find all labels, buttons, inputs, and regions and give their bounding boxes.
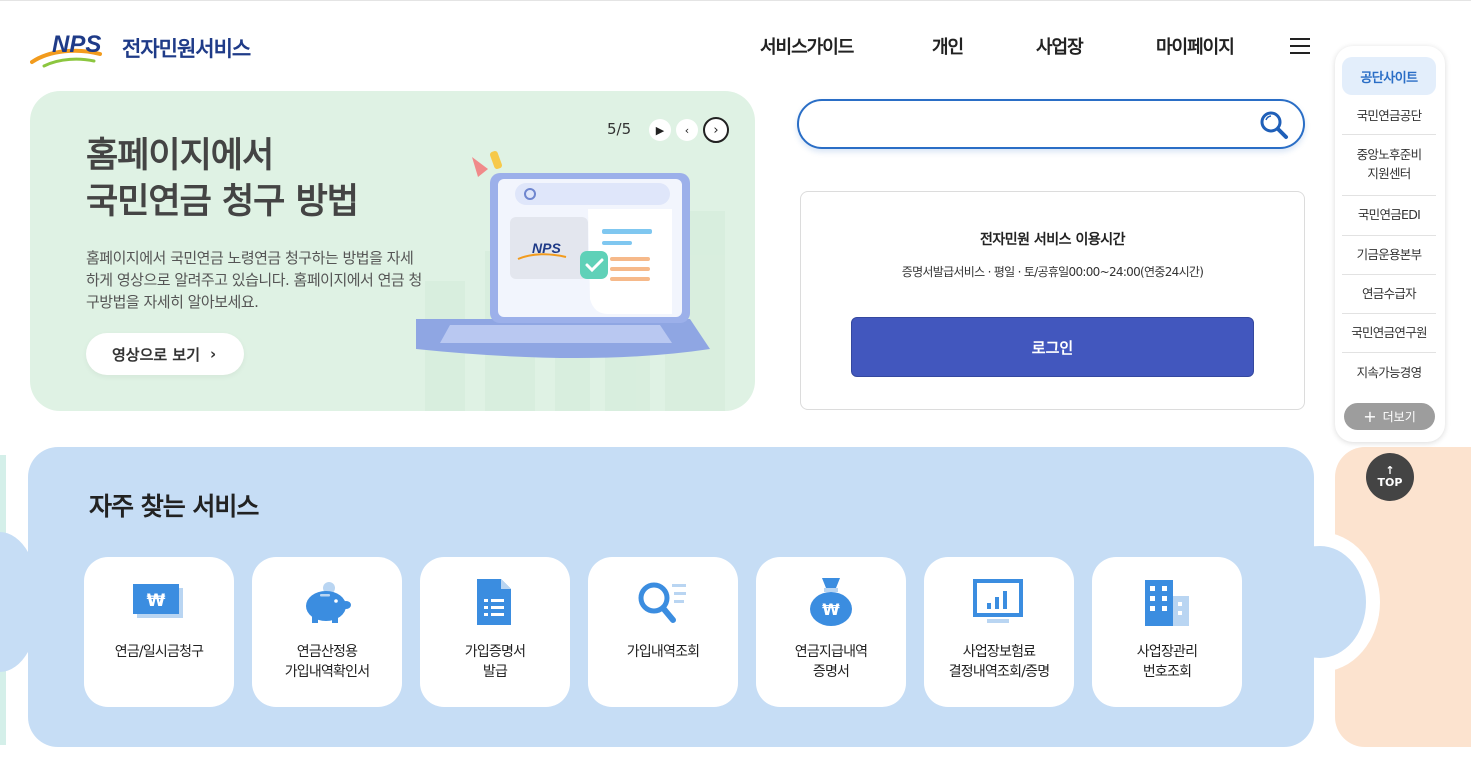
- nav-workplace[interactable]: 사업장: [1036, 33, 1156, 59]
- service-card-premium-decision[interactable]: 사업장보험료 결정내역조회/증명: [924, 557, 1074, 707]
- money-bag-icon: ₩: [801, 577, 861, 627]
- search-bar: [797, 99, 1305, 149]
- quick-menu: 공단사이트 국민연금공단 중앙노후준비 지원센터 국민연금EDI 기금운용본부 …: [1335, 46, 1445, 442]
- quick-link-pensioners[interactable]: 연금수급자: [1342, 275, 1436, 314]
- monitor-chart-icon: [969, 577, 1029, 627]
- laptop-illustration: NPS: [416, 151, 710, 358]
- search-input[interactable]: [823, 111, 1243, 137]
- prev-slide-icon[interactable]: ‹: [676, 119, 698, 141]
- nav-individual[interactable]: 개인: [932, 33, 1036, 59]
- promo-banner: 홈페이지에서 국민연금 청구 방법 홈페이지에서 국민연금 노령연금 청구하는 …: [30, 91, 755, 411]
- quick-link-research[interactable]: 국민연금연구원: [1342, 314, 1436, 353]
- quick-more-button[interactable]: + 더보기: [1344, 403, 1435, 430]
- service-card-label: 연금산정용 가입내역확인서: [284, 644, 370, 680]
- quick-link-fund-management[interactable]: 기금운용본부: [1342, 236, 1436, 275]
- quick-link-retirement-center[interactable]: 중앙노후준비 지원센터: [1342, 135, 1436, 196]
- svg-text:₩: ₩: [147, 591, 166, 611]
- service-card-enrollment-history[interactable]: 가입내역조회: [588, 557, 738, 707]
- building-icon: [1137, 577, 1197, 627]
- service-card-workplace-number[interactable]: 사업장관리 번호조회: [1092, 557, 1242, 707]
- service-card-label: 연금/일시금청구: [114, 644, 204, 660]
- scroll-top-button[interactable]: ↑ TOP: [1366, 453, 1414, 501]
- service-card-label: 연금지급내역 증명서: [794, 644, 868, 680]
- service-card-label: 가입증명서 발급: [464, 644, 526, 680]
- document-icon: [465, 577, 525, 627]
- banner-title-line1: 홈페이지에서: [86, 136, 274, 176]
- service-hours-title: 전자민원 서비스 이용시간: [980, 232, 1125, 248]
- plus-icon: +: [1363, 406, 1377, 426]
- page: NPS 전자민원서비스 서비스가이드 개인 사업장 마이페이지 홈페이지에서 국…: [0, 0, 1471, 783]
- svg-text:₩: ₩: [822, 600, 840, 619]
- login-button[interactable]: 로그인: [851, 317, 1254, 377]
- frequent-services-section: 자주 찾는 서비스 ₩ 연금/일시금청구 연금산정용 가입내역확인서 가입증명서…: [28, 447, 1314, 747]
- slide-pager: 5/5: [607, 120, 632, 138]
- site-logo[interactable]: NPS 전자민원서비스: [30, 28, 251, 68]
- banner-title-line2: 국민연금 청구 방법: [86, 181, 359, 222]
- magnifier-list-icon: [633, 577, 693, 627]
- quick-link-nps[interactable]: 국민연금공단: [1342, 98, 1436, 135]
- service-card-label: 가입내역조회: [626, 644, 700, 660]
- service-name: 전자민원서비스: [122, 37, 251, 61]
- service-cards: ₩ 연금/일시금청구 연금산정용 가입내역확인서 가입증명서 발급 가입내역조회…: [84, 557, 1260, 707]
- quick-more-label: 더보기: [1382, 410, 1416, 424]
- won-bill-icon: ₩: [129, 577, 189, 627]
- banner-description: 홈페이지에서 국민연금 노령연금 청구하는 방법을 자세하게 영상으로 알려주고…: [86, 249, 422, 311]
- next-slide-icon[interactable]: ›: [703, 117, 729, 143]
- service-hours-panel: 전자민원 서비스 이용시간 증명서발급서비스 · 평일 · 토/공휴일00:00…: [800, 191, 1305, 410]
- nps-logo-icon: NPS: [30, 31, 102, 68]
- chevron-right-icon: ›: [210, 345, 217, 363]
- service-card-enrollment-confirmation[interactable]: 연금산정용 가입내역확인서: [252, 557, 402, 707]
- service-hours-description: 증명서발급서비스 · 평일 · 토/공휴일00:00~24:00(연중24시간): [901, 265, 1204, 279]
- main-nav: 서비스가이드 개인 사업장 마이페이지: [760, 33, 1235, 59]
- quick-menu-head[interactable]: 공단사이트: [1342, 57, 1436, 95]
- service-card-label: 사업장관리 번호조회: [1136, 644, 1198, 680]
- hamburger-menu-icon[interactable]: [1290, 38, 1310, 54]
- logo-text: NPS: [52, 31, 101, 58]
- service-card-payment-certificate[interactable]: ₩ 연금지급내역 증명서: [756, 557, 906, 707]
- service-card-enrollment-certificate[interactable]: 가입증명서 발급: [420, 557, 570, 707]
- service-card-pension-claim[interactable]: ₩ 연금/일시금청구: [84, 557, 234, 707]
- scroll-top-label: TOP: [1377, 476, 1403, 489]
- nav-mypage[interactable]: 마이페이지: [1156, 33, 1235, 59]
- banner-title: 홈페이지에서 국민연금 청구 방법: [86, 134, 359, 225]
- search-icon[interactable]: [1259, 110, 1289, 140]
- arrow-up-icon: ↑: [1385, 464, 1395, 477]
- nav-service-guide[interactable]: 서비스가이드: [760, 33, 932, 59]
- quick-link-sustainability[interactable]: 지속가능경영: [1342, 353, 1436, 393]
- piggy-bank-icon: [297, 577, 357, 627]
- services-title: 자주 찾는 서비스: [89, 492, 259, 521]
- play-icon[interactable]: ▶: [649, 119, 671, 141]
- quick-link-edi[interactable]: 국민연금EDI: [1342, 196, 1436, 236]
- watch-video-button[interactable]: 영상으로 보기 ›: [86, 333, 244, 375]
- watch-video-label: 영상으로 보기: [112, 345, 201, 364]
- quick-menu-list: 국민연금공단 중앙노후준비 지원센터 국민연금EDI 기금운용본부 연금수급자 …: [1342, 98, 1436, 393]
- service-card-label: 사업장보험료 결정내역조회/증명: [948, 644, 1050, 680]
- top-divider: [0, 0, 1471, 1]
